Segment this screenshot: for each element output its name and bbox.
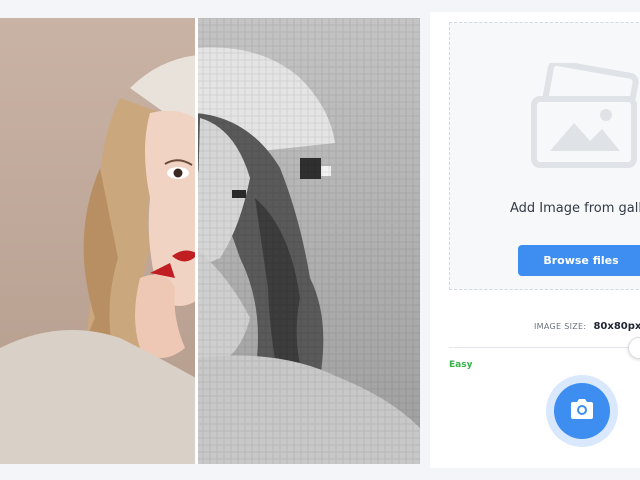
dropzone-title: Add Image from galle [510, 201, 640, 216]
difficulty-label: Easy [449, 360, 473, 370]
image-dropzone[interactable]: Add Image from galle Browse files [449, 22, 640, 290]
side-panel: Add Image from galle Browse files IMAGE … [430, 12, 640, 468]
comparison-slider-handle[interactable] [195, 18, 198, 464]
image-size-info: IMAGE SIZE: 80x80px [534, 314, 640, 333]
difficulty-slider-handle[interactable] [628, 337, 640, 359]
portrait-image [0, 18, 420, 464]
image-placeholder-icon [530, 59, 640, 179]
bottom-bar [0, 468, 640, 480]
top-bar [0, 0, 640, 12]
image-size-value: 80x80px [593, 321, 640, 332]
image-size-label: IMAGE SIZE: [534, 322, 587, 331]
browse-files-button[interactable]: Browse files [518, 245, 640, 276]
divider-line [449, 347, 639, 348]
camera-icon [569, 398, 595, 424]
image-comparison[interactable] [0, 18, 420, 464]
pixelated-photo [196, 18, 420, 464]
camera-button[interactable] [546, 375, 618, 447]
